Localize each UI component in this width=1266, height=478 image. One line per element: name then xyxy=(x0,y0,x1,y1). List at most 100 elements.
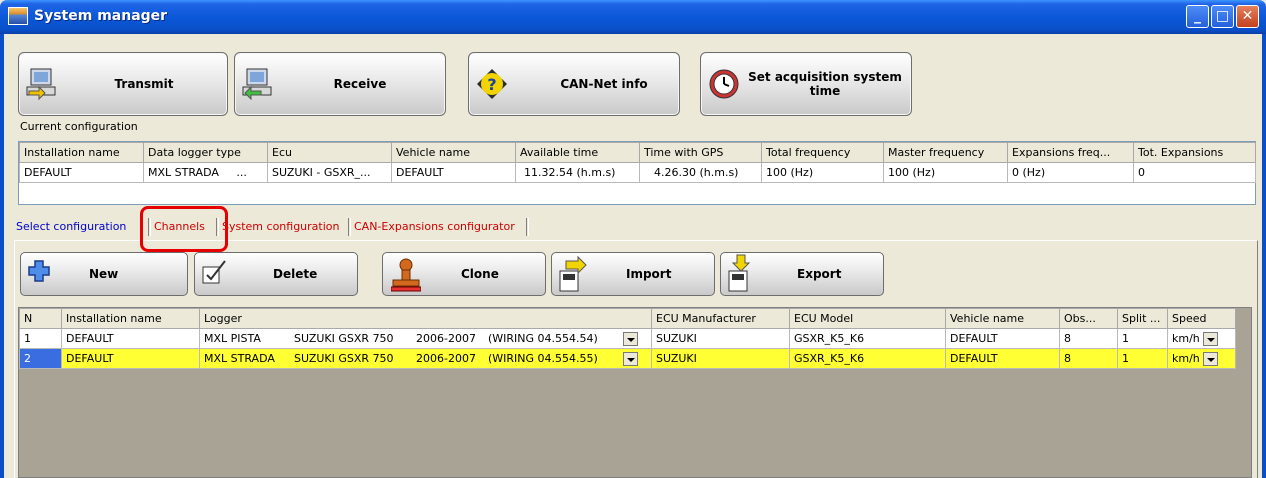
row-logger-model: SUZUKI GSXR 750 xyxy=(294,331,394,345)
current-configuration-label: Current configuration xyxy=(20,120,138,133)
row-speed-value: km/h xyxy=(1172,351,1200,365)
row-speed[interactable]: km/h xyxy=(1167,348,1236,369)
title-bar[interactable]: System manager _ □ ✕ xyxy=(0,0,1266,34)
dropdown-arrow-icon[interactable] xyxy=(623,351,638,366)
row-ecu-manufacturer: SUZUKI xyxy=(651,348,790,369)
cell-master-frequency: 100 (Hz) xyxy=(883,162,1008,183)
set-acquisition-time-button[interactable]: Set acquisition system time xyxy=(700,52,912,116)
current-configuration-grid: Installation name Data logger type Ecu V… xyxy=(18,141,1256,205)
configurations-list: N Installation name Logger ECU Manufactu… xyxy=(18,307,1252,478)
export-button[interactable]: Export xyxy=(720,252,884,296)
tab-can-expansions-configurator[interactable]: CAN-Expansions configurator xyxy=(354,216,515,238)
row-obs: 8 xyxy=(1059,348,1118,369)
delete-button[interactable]: Delete xyxy=(194,252,358,296)
help-icon: ? xyxy=(477,69,507,99)
row-logger-wiring: (WIRING 04.554.54) xyxy=(488,331,598,345)
list-col-installation-name[interactable]: Installation name xyxy=(61,308,200,329)
row-number: 1 xyxy=(19,328,62,349)
delete-label: Delete xyxy=(273,267,318,281)
transmit-label: Transmit xyxy=(114,77,174,91)
row-logger-years: 2006-2007 xyxy=(416,351,476,365)
list-col-ecu-manufacturer[interactable]: ECU Manufacturer xyxy=(651,308,790,329)
can-net-info-button[interactable]: ? CAN-Net info xyxy=(468,52,680,116)
list-header: N Installation name Logger ECU Manufactu… xyxy=(19,308,1236,329)
row-installation-name: DEFAULT xyxy=(61,328,200,349)
cell-installation-name: DEFAULT xyxy=(19,162,144,183)
row-number: 2 xyxy=(19,348,62,369)
new-label: New xyxy=(89,267,119,281)
list-col-n[interactable]: N xyxy=(19,308,62,329)
import-button[interactable]: Import xyxy=(551,252,715,296)
cell-logger-more: ... xyxy=(236,166,247,179)
cell-time-with-gps: 4.26.30 (h.m.s) xyxy=(639,162,762,183)
dropdown-arrow-icon[interactable] xyxy=(1202,351,1218,366)
set-time-line-1: Set acquisition system xyxy=(748,70,902,84)
new-button[interactable]: New xyxy=(20,252,188,296)
col-tot-expansions: Tot. Expansions xyxy=(1133,142,1256,163)
list-col-split[interactable]: Split ... xyxy=(1117,308,1168,329)
current-config-header: Installation name Data logger type Ecu V… xyxy=(19,142,1256,163)
tab-separator xyxy=(526,218,529,236)
row-logger[interactable]: MXL STRADA SUZUKI GSXR 750 2006-2007 (WIRIN… xyxy=(199,348,652,369)
receive-label: Receive xyxy=(333,77,387,91)
minimize-icon: _ xyxy=(1194,8,1201,24)
window-border-right xyxy=(1262,34,1266,478)
window-title: System manager xyxy=(34,8,168,24)
tab-separator xyxy=(348,218,351,236)
plus-icon xyxy=(28,260,50,282)
import-icon xyxy=(559,255,587,292)
clock-icon xyxy=(709,69,739,99)
clone-button[interactable]: Clone xyxy=(382,252,546,296)
row-logger-type: MXL STRADA xyxy=(204,351,275,365)
row-vehicle-name: DEFAULT xyxy=(945,348,1060,369)
row-logger[interactable]: MXL PISTA SUZUKI GSXR 750 2006-2007 (WIRING… xyxy=(199,328,652,349)
window-border-left xyxy=(0,34,4,478)
current-config-row: DEFAULT MXL STRADA ... SUZUKI - GSXR_...… xyxy=(19,162,1256,183)
transmit-button[interactable]: Transmit xyxy=(18,52,228,116)
clone-label: Clone xyxy=(461,267,499,281)
row-logger-type: MXL PISTA xyxy=(204,331,261,345)
tab-select-configuration[interactable]: Select configuration xyxy=(16,216,126,238)
row-installation-name: DEFAULT xyxy=(61,348,200,369)
table-row[interactable]: 1 DEFAULT MXL PISTA SUZUKI GSXR 750 2006-2… xyxy=(19,328,1236,349)
row-split: 1 xyxy=(1117,348,1168,369)
export-icon xyxy=(728,254,751,292)
close-icon: ✕ xyxy=(1241,8,1254,24)
import-label: Import xyxy=(626,267,672,281)
row-ecu-model: GSXR_K5_K6 xyxy=(789,348,946,369)
can-net-info-label: CAN-Net info xyxy=(560,77,648,91)
row-vehicle-name: DEFAULT xyxy=(945,328,1060,349)
list-col-logger[interactable]: Logger xyxy=(199,308,652,329)
cell-available-time: 11.32.54 (h.m.s) xyxy=(515,162,640,183)
row-speed[interactable]: km/h xyxy=(1167,328,1236,349)
col-installation-name: Installation name xyxy=(19,142,144,163)
table-row-selected[interactable]: 2 DEFAULT MXL STRADA SUZUKI GSXR 750 2006-… xyxy=(19,348,1236,369)
dropdown-arrow-icon[interactable] xyxy=(623,331,638,346)
minimize-button[interactable]: _ xyxy=(1186,5,1209,28)
cell-logger-value: MXL STRADA xyxy=(148,166,219,179)
col-time-with-gps: Time with GPS xyxy=(639,142,762,163)
cell-data-logger-type: MXL STRADA ... xyxy=(143,162,268,183)
cell-tot-expansions: 0 xyxy=(1133,162,1256,183)
receive-button[interactable]: Receive xyxy=(234,52,446,116)
tab-system-configuration[interactable]: System configuration xyxy=(222,216,339,238)
delete-icon xyxy=(202,260,226,284)
svg-text:?: ? xyxy=(487,75,496,94)
row-logger-wiring: (WIRING 04.554.55) xyxy=(488,351,598,365)
list-col-ecu-model[interactable]: ECU Model xyxy=(789,308,946,329)
col-data-logger-type: Data logger type xyxy=(143,142,268,163)
list-col-vehicle-name[interactable]: Vehicle name xyxy=(945,308,1060,329)
list-col-obs[interactable]: Obs... xyxy=(1059,308,1118,329)
col-expansions-freq: Expansions freq... xyxy=(1007,142,1134,163)
row-split: 1 xyxy=(1117,328,1168,349)
cell-expansions-freq: 0 (Hz) xyxy=(1007,162,1134,183)
close-button[interactable]: ✕ xyxy=(1236,5,1259,28)
transmit-icon xyxy=(26,68,56,101)
row-speed-value: km/h xyxy=(1172,331,1200,345)
channels-tab-highlight xyxy=(140,206,228,252)
set-acquisition-time-label: Set acquisition system time xyxy=(745,53,905,115)
cell-total-frequency: 100 (Hz) xyxy=(761,162,884,183)
dropdown-arrow-icon[interactable] xyxy=(1202,331,1218,346)
maximize-button[interactable]: □ xyxy=(1211,5,1234,28)
list-col-speed[interactable]: Speed xyxy=(1167,308,1236,329)
